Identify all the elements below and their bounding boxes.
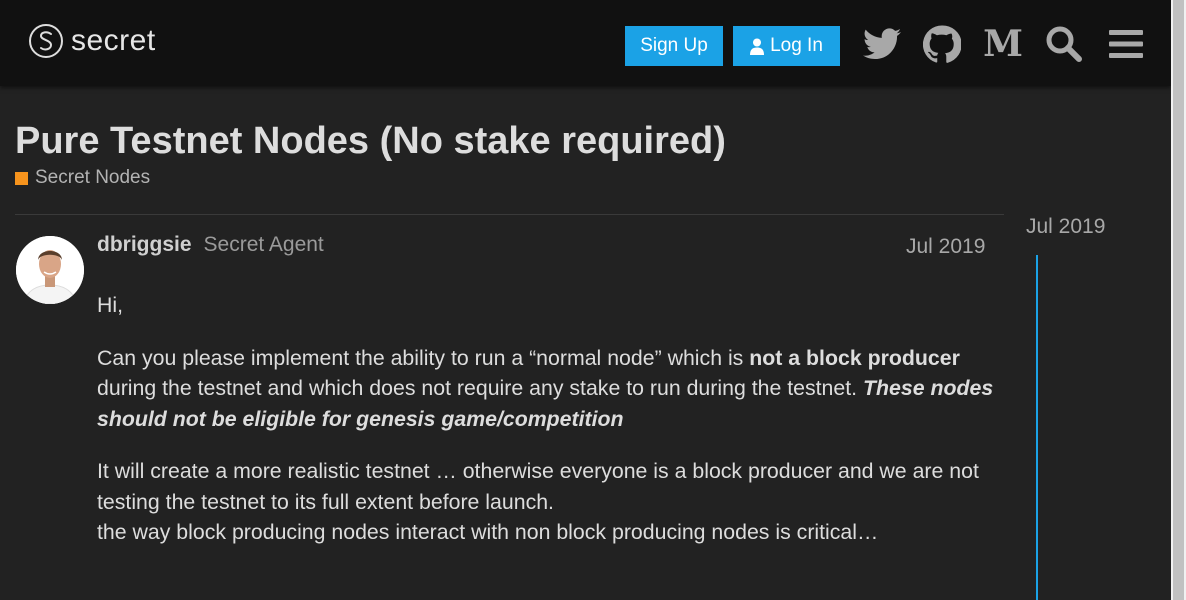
topic-title[interactable]: Pure Testnet Nodes (No stake required)	[15, 118, 726, 164]
logo-text: secret	[71, 24, 156, 57]
svg-text:M: M	[983, 27, 1023, 61]
post-text: Can you please implement the ability to …	[97, 345, 750, 370]
sign-up-button[interactable]: Sign Up	[625, 26, 723, 66]
post-bold-text: not a block producer	[749, 345, 960, 370]
post-text: during the testnet and which does not re…	[97, 376, 863, 400]
timeline-date[interactable]: Jul 2019	[1026, 215, 1105, 239]
post-greeting: Hi,	[97, 293, 124, 317]
log-in-label: Log In	[770, 35, 823, 56]
github-icon[interactable]	[922, 24, 962, 64]
post-user-title: Secret Agent	[203, 233, 324, 256]
hamburger-menu-icon[interactable]	[1106, 24, 1146, 64]
category-color-swatch	[15, 171, 28, 185]
post-meta: dbriggsie Secret Agent	[97, 233, 324, 257]
timeline-scroller[interactable]	[1036, 255, 1038, 600]
avatar[interactable]	[16, 236, 84, 304]
sign-up-label: Sign Up	[640, 35, 708, 56]
twitter-icon[interactable]	[862, 24, 902, 64]
category-badge[interactable]: Secret Nodes	[15, 167, 150, 189]
category-name: Secret Nodes	[35, 167, 151, 188]
post-username[interactable]: dbriggsie	[97, 233, 192, 257]
user-icon	[750, 38, 765, 55]
log-in-button[interactable]: Log In	[733, 26, 840, 66]
medium-icon[interactable]: M	[983, 24, 1023, 64]
post-body: Hi, Can you please implement the ability…	[97, 290, 997, 570]
site-logo[interactable]: secret	[29, 24, 156, 58]
secret-logo-icon	[29, 24, 63, 58]
site-header: secret Sign Up Log In M	[0, 0, 1171, 86]
scrollbar-thumb[interactable]	[1173, 0, 1184, 600]
post-date[interactable]: Jul 2019	[906, 235, 985, 259]
post-paragraph: It will create a more realistic testnet …	[97, 456, 997, 548]
post-paragraph: Can you please implement the ability to …	[97, 343, 997, 435]
search-icon[interactable]	[1044, 24, 1084, 64]
post-text: the way block producing nodes interact w…	[97, 520, 879, 544]
page-scrollbar[interactable]	[1171, 0, 1186, 600]
title-divider	[15, 214, 1004, 215]
post-text: It will create a more realistic testnet …	[97, 459, 979, 514]
